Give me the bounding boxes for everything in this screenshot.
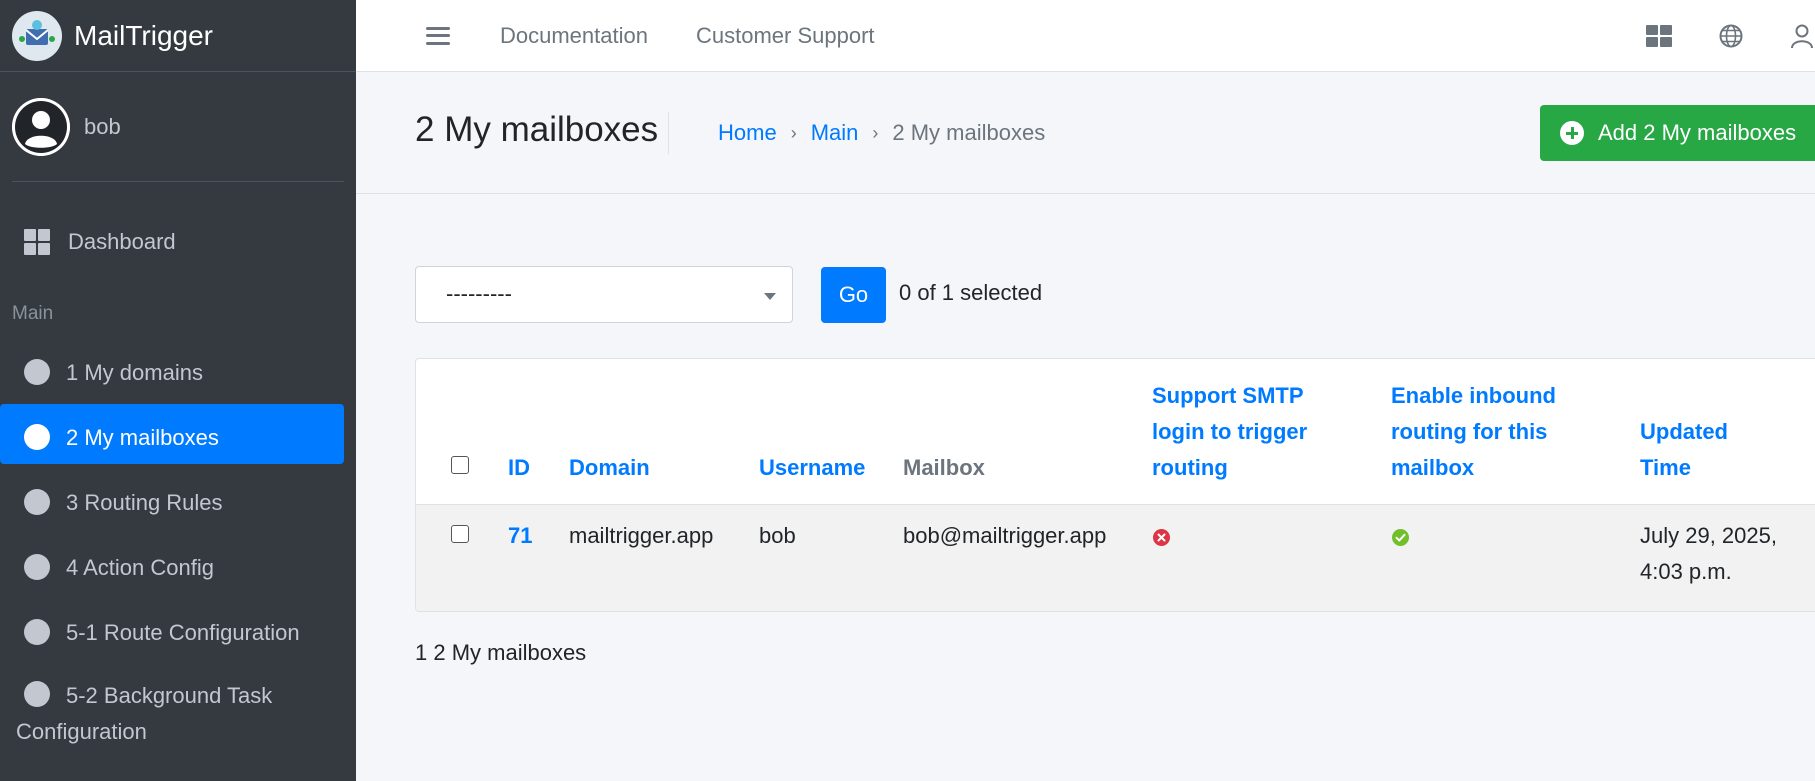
row-username: bob (759, 523, 796, 548)
row-mailbox: bob@mailtrigger.app (903, 523, 1107, 548)
column-header-smtp-login[interactable]: Support SMTP login to trigger routing (1152, 378, 1307, 486)
circle-icon (24, 489, 50, 515)
header-text-line: login to trigger (1152, 419, 1308, 444)
result-count: 1 2 My mailboxes (415, 640, 587, 665)
row-domain: mailtrigger.app (569, 523, 714, 548)
nav-link-customer-support[interactable]: Customer Support (696, 23, 875, 49)
sidebar-item-my-mailboxes[interactable]: 2 My mailboxes (0, 404, 344, 464)
hamburger-menu-icon[interactable] (426, 26, 450, 45)
table-row[interactable]: 71 mailtrigger.app bob bob@mailtrigger.a… (416, 504, 1815, 611)
add-button-label: Add 2 My mailboxes (1598, 120, 1797, 145)
circle-icon (24, 681, 50, 707)
updated-time-line: 4:03 p.m. (1640, 559, 1732, 584)
header-text-line: Enable inbound (1391, 383, 1556, 408)
plus-circle-icon (1560, 121, 1584, 145)
sidebar-item-label: 2 My mailboxes (66, 425, 219, 450)
top-navbar: Documentation Customer Support (356, 0, 1815, 72)
column-header-id[interactable]: ID (508, 450, 530, 486)
go-button[interactable]: Go (821, 267, 886, 323)
user-panel[interactable]: bob (12, 72, 344, 182)
action-select-value: --------- (446, 281, 512, 306)
sidebar: MailTrigger bob Dashboard Main 1 My doma… (0, 0, 356, 781)
header-text-line: routing for this (1391, 419, 1548, 444)
nav-link-documentation[interactable]: Documentation (500, 23, 648, 49)
brand[interactable]: MailTrigger (0, 0, 356, 72)
brand-name: MailTrigger (74, 19, 213, 51)
grid-icon[interactable] (1645, 22, 1673, 50)
header-text-line: Support SMTP (1152, 383, 1304, 408)
selected-count: 0 of 1 selected (899, 280, 1043, 305)
updated-time-line: July 29, 2025, (1640, 523, 1777, 548)
circle-icon (24, 619, 50, 645)
mailboxes-table: ID Domain Username Mailbox Support SMTP … (415, 358, 1815, 612)
header-text-line: routing (1152, 455, 1228, 480)
sidebar-item-label: Dashboard (68, 229, 176, 254)
user-icon[interactable] (1789, 22, 1815, 50)
column-header-mailbox: Mailbox (903, 455, 985, 480)
row-checkbox[interactable] (451, 525, 469, 543)
header-text-line: Time (1640, 455, 1691, 480)
sidebar-section-header: Main (12, 303, 54, 324)
header-text-line: mailbox (1391, 455, 1475, 480)
circle-icon (24, 554, 50, 580)
sidebar-item-background-task-configuration[interactable]: 5-2 Background Task Configuration (0, 664, 344, 750)
check-circle-icon (1392, 529, 1409, 546)
sidebar-item-label: 5-2 Background Task (66, 683, 273, 708)
add-mailbox-button[interactable]: Add 2 My mailboxes (1540, 105, 1815, 161)
circle-icon (24, 359, 50, 385)
breadcrumb-home[interactable]: Home (718, 120, 777, 146)
sidebar-item-label: 3 Routing Rules (66, 490, 223, 515)
dashboard-icon (24, 229, 50, 255)
sidebar-item-label: 4 Action Config (66, 555, 214, 580)
sidebar-item-label-continued: Configuration (16, 719, 147, 744)
chevron-down-icon (764, 293, 776, 300)
table-header: ID Domain Username Mailbox Support SMTP … (416, 359, 1815, 504)
breadcrumb-main[interactable]: Main (811, 120, 859, 146)
sidebar-item-routing-rules[interactable]: 3 Routing Rules (0, 469, 344, 529)
row-id-link[interactable]: 71 (508, 518, 532, 554)
select-all-checkbox[interactable] (451, 456, 469, 474)
user-name: bob (84, 113, 121, 139)
sidebar-item-route-configuration[interactable]: 5-1 Route Configuration (0, 599, 344, 659)
sidebar-item-action-config[interactable]: 4 Action Config (0, 534, 344, 594)
sidebar-nav: Dashboard Main 1 My domains 2 My mailbox… (0, 182, 356, 750)
breadcrumb-separator-icon: › (790, 122, 797, 143)
sidebar-item-my-domains[interactable]: 1 My domains (0, 339, 344, 399)
sidebar-item-dashboard[interactable]: Dashboard (0, 212, 344, 272)
column-header-username[interactable]: Username (759, 450, 865, 486)
content-header: 2 My mailboxes Home › Main › 2 My mailbo… (356, 72, 1815, 194)
page-title: 2 My mailboxes (415, 110, 659, 149)
sidebar-item-label: 5-1 Route Configuration (66, 620, 300, 645)
action-select[interactable]: --------- (415, 266, 793, 323)
column-header-domain[interactable]: Domain (569, 450, 650, 486)
breadcrumb-current: 2 My mailboxes (892, 120, 1046, 145)
mailtrigger-logo-icon (12, 10, 62, 61)
globe-icon[interactable] (1717, 22, 1745, 50)
row-updated-time: July 29, 2025, 4:03 p.m. (1640, 518, 1777, 590)
sidebar-item-label: 1 My domains (66, 360, 203, 385)
x-circle-icon (1153, 529, 1170, 546)
header-text-line: Updated (1640, 419, 1728, 444)
breadcrumb-separator-icon: › (872, 122, 879, 143)
column-header-updated-time[interactable]: Updated Time (1640, 414, 1728, 486)
navbar-right (1645, 0, 1815, 72)
user-avatar-icon (12, 97, 70, 156)
title-divider (668, 112, 669, 154)
circle-icon (24, 424, 50, 450)
breadcrumb: Home › Main › 2 My mailboxes (718, 120, 1045, 146)
column-header-inbound-routing[interactable]: Enable inbound routing for this mailbox (1391, 378, 1556, 486)
